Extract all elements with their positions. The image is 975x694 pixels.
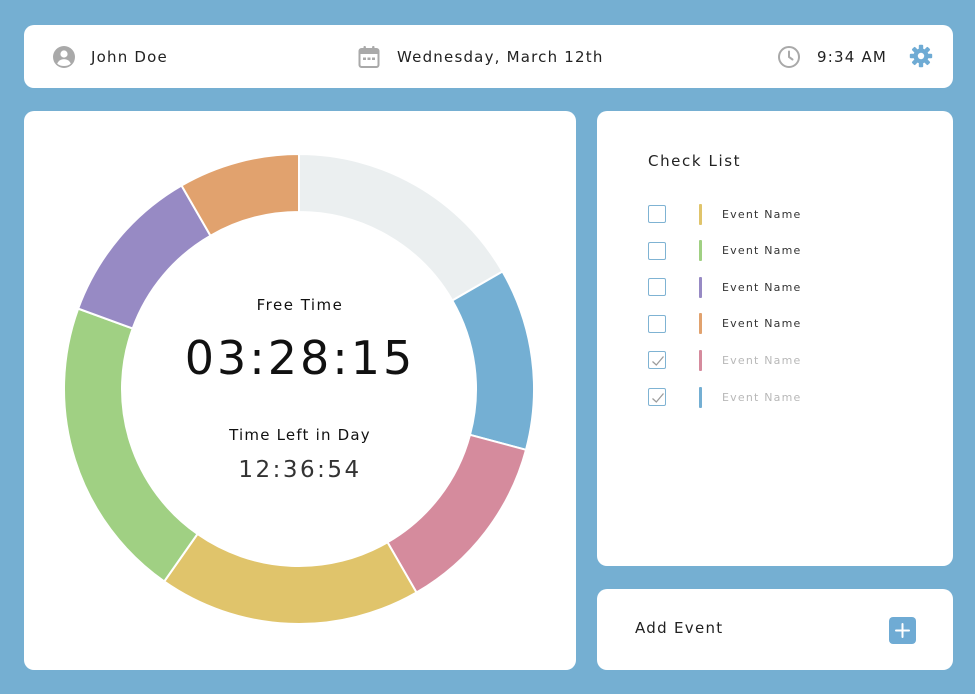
gear-icon[interactable] bbox=[909, 44, 933, 72]
current-time: 9:34 AM bbox=[817, 47, 888, 66]
checklist-item[interactable]: Event Name bbox=[648, 240, 928, 262]
checklist-item[interactable]: Event Name bbox=[648, 313, 928, 335]
user-name: John Doe bbox=[91, 47, 168, 66]
user-profile[interactable]: John Doe bbox=[52, 25, 168, 88]
check-icon bbox=[652, 356, 664, 367]
event-name: Event Name bbox=[722, 390, 802, 404]
add-event-button[interactable] bbox=[889, 617, 916, 644]
event-name: Event Name bbox=[722, 207, 802, 221]
checklist-checkbox[interactable] bbox=[648, 241, 666, 260]
event-color-bar bbox=[699, 240, 702, 262]
clock-icon bbox=[777, 45, 801, 69]
time-left-value: 12:36:54 bbox=[238, 457, 362, 483]
current-date: Wednesday, March 12th bbox=[397, 47, 604, 66]
plus-icon bbox=[895, 623, 910, 638]
checklist-checkbox[interactable] bbox=[648, 351, 666, 370]
time-ring bbox=[63, 152, 535, 625]
event-name: Event Name bbox=[722, 317, 802, 331]
checklist-item[interactable]: Event Name bbox=[648, 276, 928, 298]
event-color-bar bbox=[699, 276, 702, 298]
event-name: Event Name bbox=[722, 353, 802, 367]
event-color-bar bbox=[699, 313, 702, 335]
event-name: Event Name bbox=[722, 280, 802, 294]
checklist-checkbox[interactable] bbox=[648, 314, 666, 333]
check-icon bbox=[652, 393, 664, 403]
event-name: Event Name bbox=[722, 244, 802, 258]
free-time-value: 03:28:15 bbox=[184, 331, 416, 385]
checklist-checkbox[interactable] bbox=[648, 388, 666, 406]
time-ring-panel: Free Time 03:28:15 Time Left in Day 12:3… bbox=[24, 111, 576, 670]
checklist-item[interactable]: Event Name bbox=[648, 386, 928, 408]
checklist-item[interactable]: Event Name bbox=[648, 349, 928, 371]
time-display: 9:34 AM bbox=[777, 25, 887, 88]
date-display: Wednesday, March 12th bbox=[358, 25, 604, 88]
time-left-label: Time Left in Day bbox=[229, 426, 371, 444]
checklist-item[interactable]: Event Name bbox=[648, 203, 928, 225]
checklist-checkbox[interactable] bbox=[648, 278, 666, 297]
free-time-label: Free Time bbox=[256, 296, 344, 314]
event-color-bar bbox=[699, 349, 702, 371]
add-event-label: Add Event bbox=[635, 619, 724, 637]
user-circle-icon bbox=[52, 45, 76, 69]
ring-segment-yellow[interactable] bbox=[162, 532, 418, 625]
event-color-bar bbox=[699, 203, 702, 225]
checklist-title: Check List bbox=[648, 152, 742, 170]
checklist-checkbox[interactable] bbox=[648, 205, 666, 223]
header-bar: John Doe Wednesday, March 12th 9:34 AM bbox=[24, 25, 953, 88]
checklist-panel: Check List Event Name Event Name Event Nam… bbox=[597, 111, 953, 566]
calendar-icon bbox=[358, 45, 380, 69]
event-color-bar bbox=[699, 386, 702, 408]
ring-segment-free[interactable] bbox=[298, 152, 504, 302]
add-event-panel[interactable]: Add Event bbox=[597, 589, 953, 670]
